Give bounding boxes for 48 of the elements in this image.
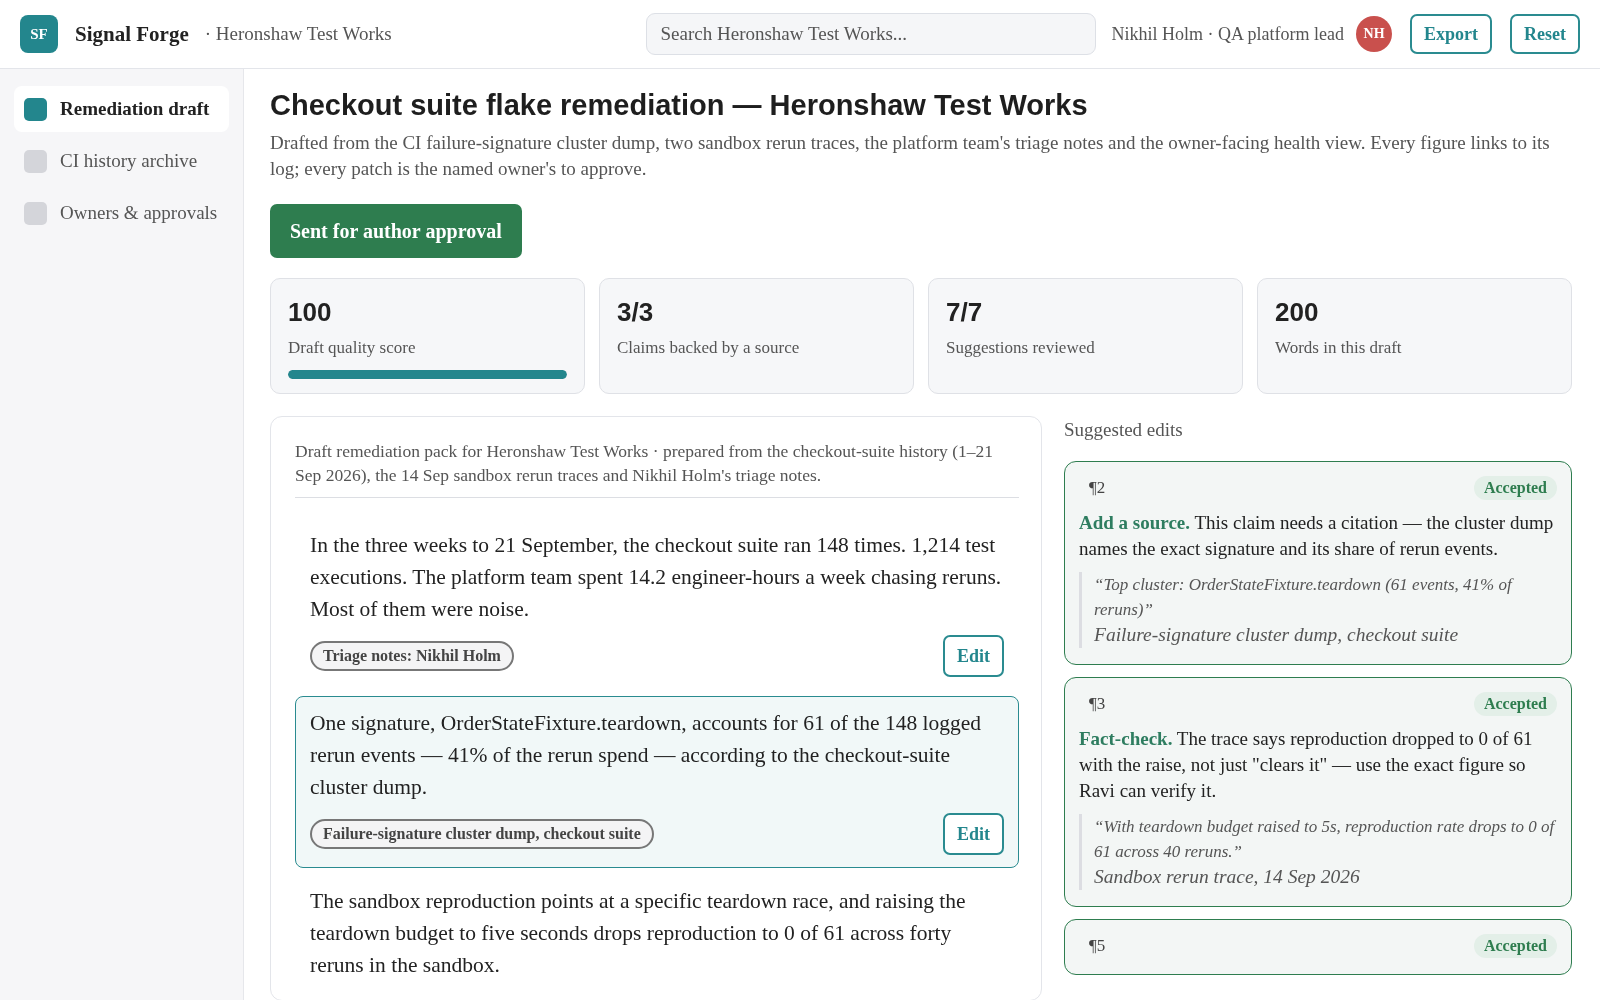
- square-icon: [24, 97, 47, 121]
- edit-button[interactable]: Edit: [943, 635, 1004, 677]
- paragraph-text: The sandbox reproduction points at a specific teardown race, and raising the teardown budget to five seconds drops reproduction to 0 of 61 across forty reruns in the sandbox.: [310, 888, 967, 979]
- user-label: Nikhil Holm · QA platform lead: [1111, 23, 1344, 45]
- suggestion-text: Add a source. This claim needs a citation — the cluster dump names the exact signature and its share of rerun events.: [1079, 511, 1555, 561]
- sidebar-item[interactable]: Owners & approvals: [14, 190, 229, 236]
- user-avatar[interactable]: NH: [1356, 16, 1392, 52]
- suggestion-text: Fact-check. The trace says reproduction dropped to 0 of 61 with the raise, not just "clears it" — use the exact figure so Ravi can verify it.: [1079, 727, 1534, 803]
- paragraph-number: ¶5: [1088, 936, 1106, 956]
- app-logo: SF: [20, 15, 58, 53]
- header-button[interactable]: Export: [1410, 14, 1492, 54]
- quote-text: “With teardown budget raised to 5s, reproduction rate drops to 0 of 61 across 40 reruns.”: [1094, 816, 1557, 863]
- quote-citation: Failure-signature cluster dump, checkout suite: [1094, 623, 1460, 647]
- source-chip[interactable]: Triage notes: Nikhil Holm: [310, 641, 514, 671]
- document-intro: Draft remediation pack for Heronshaw Test Works · prepared from the checkout-suite history (1–21 Sep 2026), the 14 Sep sandbox rerun traces and Nikhil Holm's triage notes.: [295, 439, 1019, 498]
- sidebar-item[interactable]: Remediation draft: [14, 86, 229, 132]
- workspace-name: · Heronshaw Test Works: [204, 23, 392, 45]
- stat-label: Claims backed by a source: [617, 338, 801, 358]
- page-subtitle: Drafted from the CI failure-signature cluster dump, two sandbox rerun traces, the platform team's triage notes and the owner-facing health view. Every figure links to its log; every patch is the named owner's to approve.: [270, 131, 1551, 181]
- source-chip[interactable]: Failure-signature cluster dump, checkout suite: [310, 819, 654, 849]
- quote-citation: Sandbox rerun trace, 14 Sep 2026: [1094, 865, 1361, 889]
- page-title: Checkout suite flake remediation — Heronshaw Test Works: [270, 89, 1089, 122]
- status-button[interactable]: Sent for author approval: [270, 204, 522, 258]
- stat-label: Suggestions reviewed: [946, 338, 1096, 358]
- edit-button[interactable]: Edit: [943, 813, 1004, 855]
- status-badge: Accepted: [1473, 692, 1557, 716]
- status-badge: Accepted: [1473, 476, 1557, 500]
- stat-value: 100: [288, 297, 333, 328]
- stat-label: Words in this draft: [1275, 338, 1403, 358]
- stat-label: Draft quality score: [288, 338, 417, 358]
- stat-value: 200: [1275, 297, 1320, 328]
- paragraph-text: One signature, OrderStateFixture.teardown, accounts for 61 of the 148 logged rerun events — 41% of the rerun spend — according to the checkout-suite cluster dump.: [310, 710, 983, 801]
- quote-text: “Top cluster: OrderStateFixture.teardown (61 events, 41% of reruns)”: [1094, 574, 1515, 621]
- document-paragraph[interactable]: The sandbox reproduction points at a specific teardown race, and raising the teardown budget to five seconds drops reproduction to 0 of 61 across forty reruns in the sandbox.: [295, 874, 1019, 994]
- suggestions-title: Suggested edits: [1064, 419, 1184, 441]
- header-button[interactable]: Reset: [1510, 14, 1580, 54]
- search-field[interactable]: Search Heronshaw Test Works...: [645, 13, 1096, 55]
- paragraph-number: ¶2: [1088, 478, 1106, 498]
- stat-value: 7/7: [946, 297, 984, 328]
- paragraph-number: ¶3: [1088, 694, 1106, 714]
- document-paragraph[interactable]: [295, 696, 1019, 868]
- status-badge: Accepted: [1473, 934, 1557, 958]
- app-name: Signal Forge: [75, 21, 189, 47]
- stat-value: 3/3: [617, 297, 655, 328]
- paragraph-text: In the three weeks to 21 September, the checkout suite ran 148 times. 1,214 test executions. The platform team spent 14.2 engineer-hours a week chasing reruns. Most of them were noise.: [310, 532, 1003, 623]
- square-icon: [24, 201, 47, 225]
- square-icon: [24, 149, 47, 173]
- sidebar-item[interactable]: CI history archive: [14, 138, 229, 184]
